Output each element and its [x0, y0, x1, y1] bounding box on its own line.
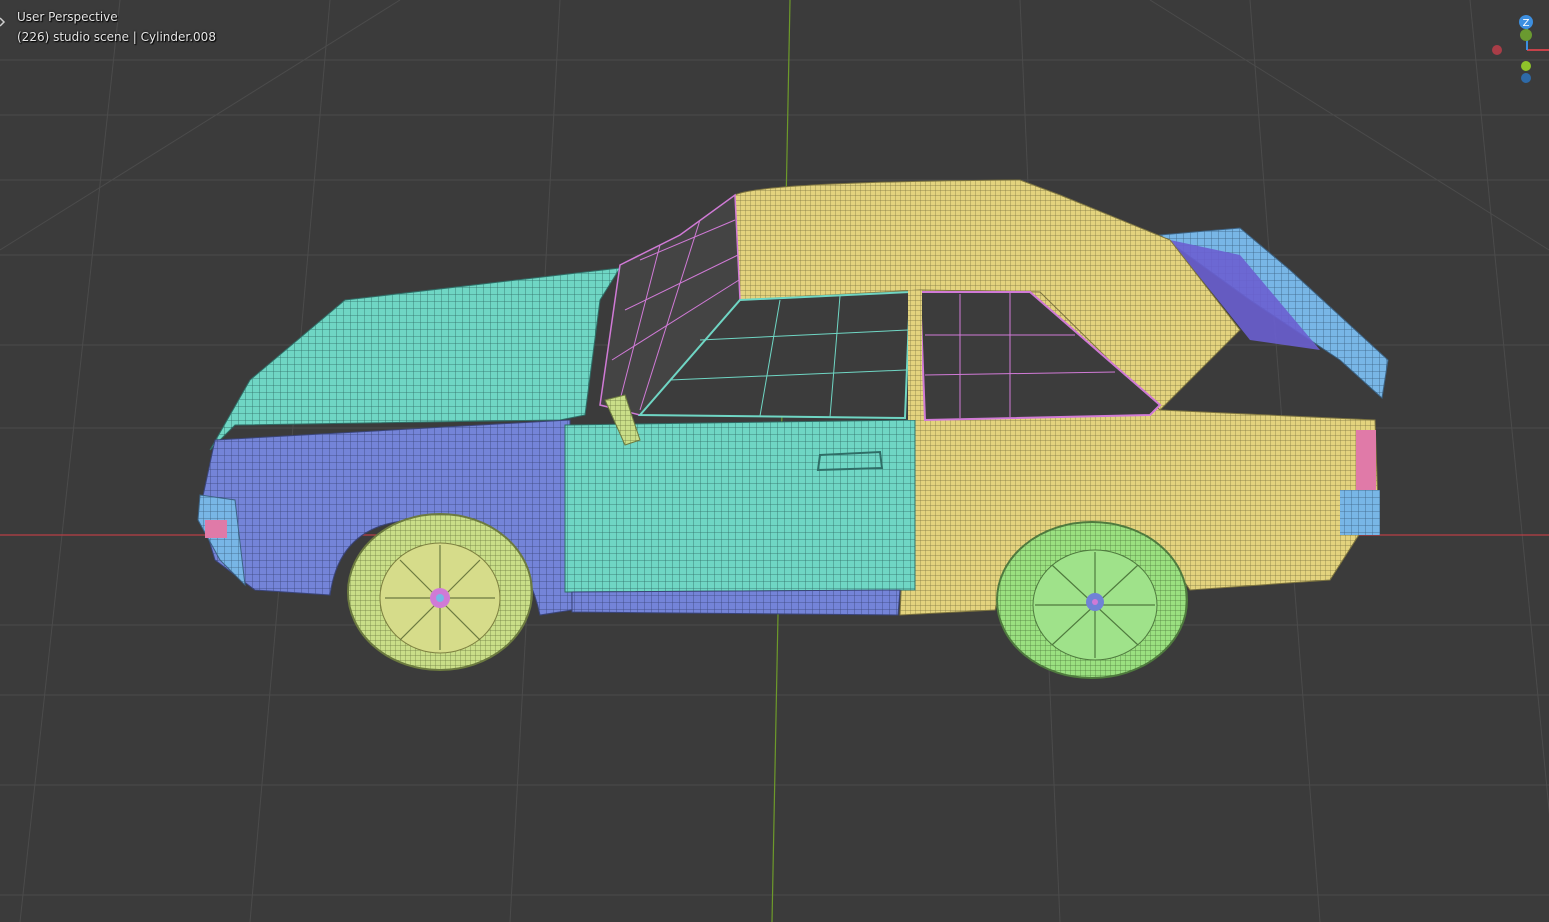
gizmo-z-label: Z — [1523, 18, 1530, 29]
door-panel[interactable] — [564, 419, 916, 593]
chevron-right-icon — [0, 17, 6, 27]
scene-object-label: (226) studio scene | Cylinder.008 — [17, 30, 216, 44]
view-perspective-label: User Perspective — [17, 10, 118, 24]
front-wheel[interactable] — [347, 513, 533, 671]
gizmo-neg-x-handle[interactable] — [1492, 45, 1502, 55]
b-pillar — [908, 290, 922, 420]
gizmo-neg-y-handle[interactable] — [1521, 61, 1531, 71]
scene-canvas[interactable] — [0, 0, 1549, 922]
gizmo-neg-z-handle[interactable] — [1521, 73, 1531, 83]
door-sill[interactable] — [571, 589, 901, 616]
front-light — [205, 520, 227, 538]
toolbar-toggle[interactable] — [0, 14, 6, 30]
rear-wheel[interactable] — [996, 521, 1188, 679]
3d-viewport[interactable]: User Perspective (226) studio scene | Cy… — [0, 0, 1549, 922]
navigation-gizmo[interactable]: Z — [1489, 10, 1549, 90]
rear-bumper — [1340, 490, 1380, 535]
rear-light — [1356, 430, 1376, 490]
gizmo-y-handle[interactable] — [1520, 29, 1532, 41]
